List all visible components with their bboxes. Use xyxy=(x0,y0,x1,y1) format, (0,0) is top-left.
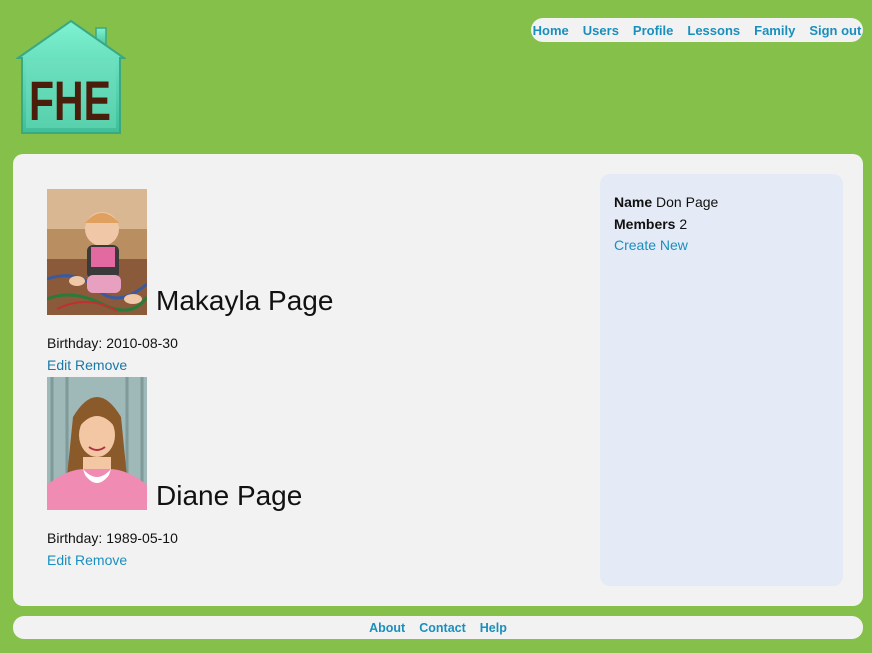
member-card: Makayla Page Birthday: 2010-08-30 Edit Re… xyxy=(47,189,333,373)
edit-member-link[interactable]: Edit xyxy=(47,552,71,568)
footer-nav: About Contact Help xyxy=(13,616,863,639)
edit-member-link[interactable]: Edit xyxy=(47,357,71,373)
member-photo xyxy=(47,189,147,315)
remove-member-link[interactable]: Remove xyxy=(75,357,127,373)
family-sidebar: Name Don Page Members 2 Create New xyxy=(600,174,843,586)
family-name-label: Name xyxy=(614,194,653,210)
fhe-logo[interactable]: FHE xyxy=(16,18,126,136)
birthday-value: 2010-08-30 xyxy=(106,335,178,351)
family-name-value: Don Page xyxy=(656,194,719,210)
nav-sign-out-link[interactable]: Sign out xyxy=(809,23,861,38)
nav-family-link[interactable]: Family xyxy=(754,23,795,38)
nav-profile-link[interactable]: Profile xyxy=(633,23,673,38)
top-nav: Home Users Profile Lessons Family Sign o… xyxy=(531,18,863,42)
nav-users-link[interactable]: Users xyxy=(583,23,619,38)
member-birthday: Birthday: 2010-08-30 xyxy=(47,335,333,351)
member-birthday: Birthday: 1989-05-10 xyxy=(47,530,302,546)
nav-lessons-link[interactable]: Lessons xyxy=(687,23,740,38)
logo-text: FHE xyxy=(29,69,111,132)
footer-contact-link[interactable]: Contact xyxy=(419,621,466,635)
family-members-row: Members 2 xyxy=(614,214,829,236)
nav-home-link[interactable]: Home xyxy=(533,23,569,38)
member-actions: Edit Remove xyxy=(47,552,302,568)
birthday-label: Birthday: xyxy=(47,335,103,351)
member-card: Diane Page Birthday: 1989-05-10 Edit Remo… xyxy=(47,377,302,568)
footer-help-link[interactable]: Help xyxy=(480,621,507,635)
footer-about-link[interactable]: About xyxy=(369,621,405,635)
member-name: Diane Page xyxy=(156,480,303,511)
create-new-link[interactable]: Create New xyxy=(614,237,688,253)
family-name-row: Name Don Page xyxy=(614,192,829,214)
main-panel: Makayla Page Birthday: 2010-08-30 Edit Re… xyxy=(13,154,863,606)
birthday-value: 1989-05-10 xyxy=(106,530,178,546)
members-count-label: Members xyxy=(614,215,676,232)
remove-member-link[interactable]: Remove xyxy=(75,552,127,568)
member-photo xyxy=(47,377,147,510)
member-name: Makayla Page xyxy=(156,285,334,316)
members-count-value: 2 xyxy=(679,215,688,232)
member-actions: Edit Remove xyxy=(47,357,333,373)
birthday-label: Birthday: xyxy=(47,530,103,546)
